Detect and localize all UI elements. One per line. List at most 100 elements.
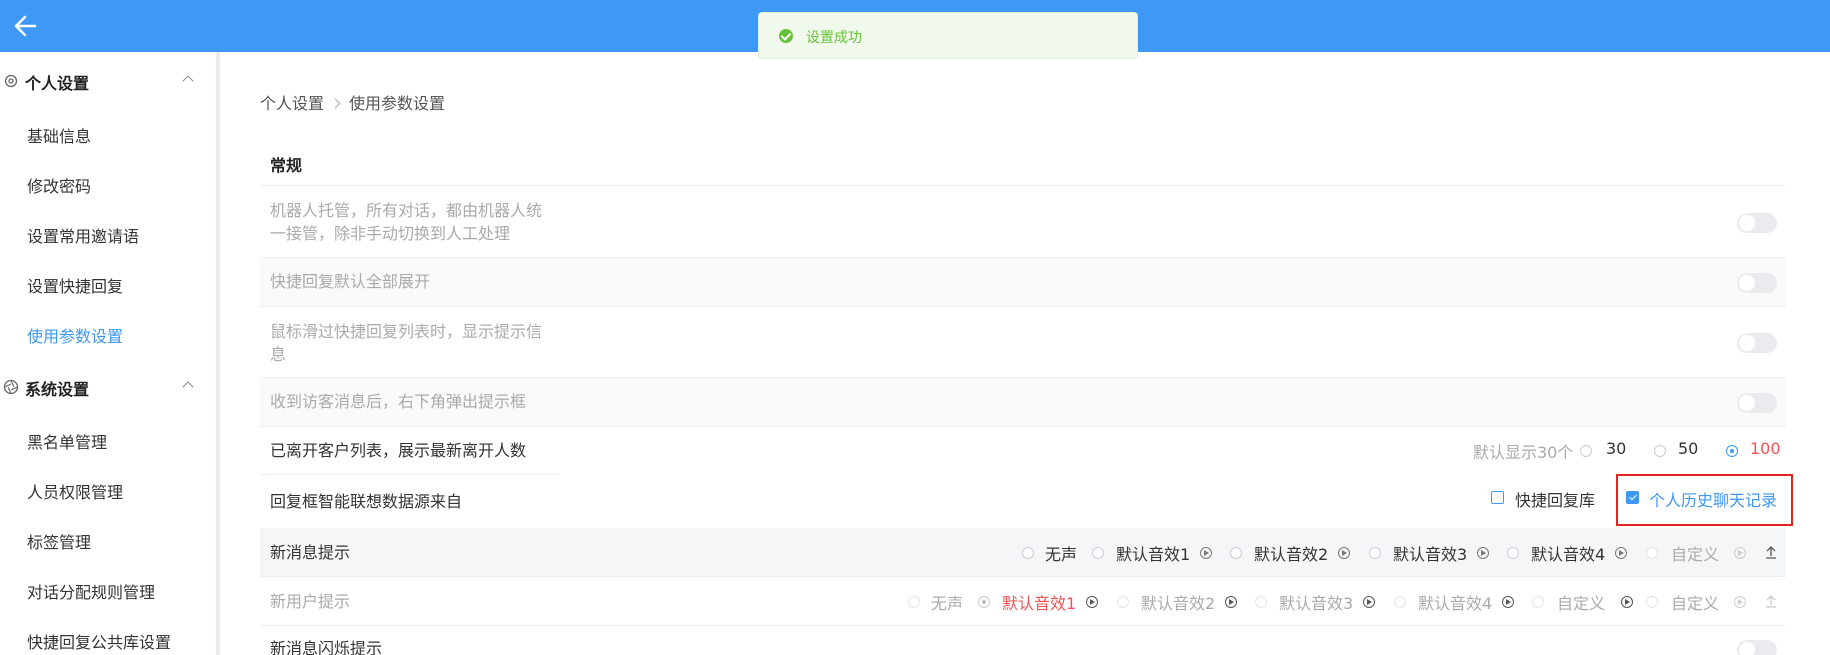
setting-label: 新消息提示 xyxy=(270,543,351,562)
play-icon[interactable] xyxy=(1086,596,1098,608)
setting-row-suggest-source: 回复框智能联想数据源来自 快捷回复库 个人历史聊天记录 xyxy=(260,475,1786,528)
left-customers-hint: 默认显示30个 xyxy=(1473,443,1574,462)
radio-custom[interactable] xyxy=(1646,547,1658,559)
radio-sound4[interactable] xyxy=(1507,547,1519,559)
setting-row-hover-tip: 鼠标滑过快捷回复列表时，显示提示信 息 xyxy=(260,307,1786,377)
success-toast: 设置成功 xyxy=(758,12,1138,59)
setting-label: 机器人托管，所有对话，都由机器人统 一接管，除非手动切换到人工处理 xyxy=(270,201,543,243)
chevron-up-icon[interactable] xyxy=(182,75,194,87)
play-icon[interactable] xyxy=(1734,596,1746,608)
radio-sound2[interactable] xyxy=(1117,596,1129,608)
radio-label: 默认音效3 xyxy=(1279,594,1354,613)
checkbox-quick-reply-lib[interactable] xyxy=(1491,491,1504,504)
setting-label: 收到访客消息后，右下角弹出提示框 xyxy=(270,392,527,411)
upload-icon[interactable] xyxy=(1765,545,1777,559)
radio-sound2[interactable] xyxy=(1230,547,1242,559)
play-icon[interactable] xyxy=(1502,596,1514,608)
play-icon[interactable] xyxy=(1225,596,1237,608)
radio-100[interactable] xyxy=(1726,445,1738,457)
sidebar-item-quick-reply[interactable]: 设置快捷回复 xyxy=(27,273,123,297)
play-icon[interactable] xyxy=(1734,547,1746,559)
chevron-up-icon[interactable] xyxy=(182,381,194,393)
highlight-box xyxy=(1616,474,1793,526)
radio-30[interactable] xyxy=(1580,445,1592,457)
radio-sound3[interactable] xyxy=(1369,547,1381,559)
success-check-icon xyxy=(779,29,793,43)
setting-label: 鼠标滑过快捷回复列表时，显示提示信 息 xyxy=(270,322,543,364)
sidebar-item-change-password[interactable]: 修改密码 xyxy=(27,173,91,197)
radio-label: 无声 xyxy=(931,594,964,613)
sidebar-item-usage-params[interactable]: 使用参数设置 xyxy=(27,323,123,347)
play-icon[interactable] xyxy=(1363,596,1375,608)
radio-label: 100 xyxy=(1750,439,1781,458)
setting-label: 快捷回复默认全部展开 xyxy=(270,272,431,291)
quick-expand-toggle[interactable] xyxy=(1737,273,1777,293)
breadcrumb-item[interactable]: 个人设置 xyxy=(260,94,324,113)
chevron-right-icon xyxy=(330,98,341,109)
setting-row-new-user: 新用户提示 无声 默认音效1 默认音效2 默认音效3 默认音效4 自定义 自定义 xyxy=(260,577,1786,625)
radio-label: 30 xyxy=(1606,439,1627,458)
radio-label: 无声 xyxy=(1045,545,1078,564)
radio-sound1[interactable] xyxy=(1092,547,1104,559)
sidebar-item-blacklist[interactable]: 黑名单管理 xyxy=(27,429,107,453)
checkbox-label: 快捷回复库 xyxy=(1515,491,1596,510)
upload-icon[interactable] xyxy=(1765,594,1777,608)
setting-row-popup: 收到访客消息后，右下角弹出提示框 xyxy=(260,378,1786,426)
radio-label: 自定义 xyxy=(1557,594,1606,613)
sidebar-group-label: 系统设置 xyxy=(25,380,90,399)
play-icon[interactable] xyxy=(1200,547,1212,559)
robot-toggle[interactable] xyxy=(1737,213,1777,233)
flash-toggle[interactable] xyxy=(1737,640,1777,655)
radio-label: 默认音效2 xyxy=(1141,594,1216,613)
radio-silent[interactable] xyxy=(1022,547,1034,559)
sidebar-item-invite-phrases[interactable]: 设置常用邀请语 xyxy=(27,223,139,247)
setting-label: 新消息闪烁提示 xyxy=(270,639,383,655)
radio-label: 默认音效3 xyxy=(1393,545,1468,564)
sidebar-item-assign-rules[interactable]: 对话分配规则管理 xyxy=(27,579,155,603)
radio-custom[interactable] xyxy=(1646,596,1658,608)
hover-tip-toggle[interactable] xyxy=(1737,333,1777,353)
radio-custom[interactable] xyxy=(1532,596,1544,608)
sidebar-item-permissions[interactable]: 人员权限管理 xyxy=(27,479,123,503)
radio-sound4[interactable] xyxy=(1394,596,1406,608)
radio-label: 默认音效4 xyxy=(1531,545,1606,564)
sidebar-item-basic-info[interactable]: 基础信息 xyxy=(27,123,91,147)
radio-label: 默认音效1 xyxy=(1002,594,1077,613)
radio-label: 默认音效1 xyxy=(1116,545,1191,564)
setting-label: 回复框智能联想数据源来自 xyxy=(270,492,463,511)
sidebar-group-personal[interactable]: 个人设置 xyxy=(0,61,205,101)
radio-50[interactable] xyxy=(1654,445,1666,457)
sidebar-item-tags[interactable]: 标签管理 xyxy=(27,529,91,553)
sidebar-divider xyxy=(216,52,220,655)
breadcrumb-item-current: 使用参数设置 xyxy=(349,94,446,113)
play-icon[interactable] xyxy=(1621,596,1633,608)
setting-row-new-message: 新消息提示 无声 默认音效1 默认音效2 默认音效3 默认音效4 自定义 xyxy=(260,528,1786,576)
radio-silent[interactable] xyxy=(908,596,920,608)
play-icon[interactable] xyxy=(1477,547,1489,559)
setting-row-robot: 机器人托管，所有对话，都由机器人统 一接管，除非手动切换到人工处理 xyxy=(260,186,1786,257)
radio-sound1[interactable] xyxy=(978,596,990,608)
radio-sound3[interactable] xyxy=(1255,596,1267,608)
setting-label: 新用户提示 xyxy=(270,592,351,611)
sidebar-group-system[interactable]: 系统设置 xyxy=(0,367,205,407)
setting-row-quick-expand: 快捷回复默认全部展开 xyxy=(260,258,1786,306)
play-icon[interactable] xyxy=(1615,547,1627,559)
toast-message: 设置成功 xyxy=(806,30,862,46)
setting-label: 已离开客户列表，展示最新离开人数 xyxy=(270,441,527,460)
radio-label: 自定义 xyxy=(1671,545,1720,564)
sidebar-group-label: 个人设置 xyxy=(25,74,90,93)
radio-label: 默认音效4 xyxy=(1418,594,1493,613)
sidebar: 个人设置 基础信息 修改密码 设置常用邀请语 设置快捷回复 使用参数设置 系统设… xyxy=(0,52,216,655)
gear-icon xyxy=(4,74,18,88)
sidebar-item-public-quick-reply[interactable]: 快捷回复公共库设置 xyxy=(27,629,171,653)
aperture-icon xyxy=(3,379,19,395)
popup-toggle[interactable] xyxy=(1737,393,1777,413)
section-title: 常规 xyxy=(270,156,303,175)
radio-label: 默认音效2 xyxy=(1254,545,1329,564)
play-icon[interactable] xyxy=(1338,547,1350,559)
setting-row-left-customers: 已离开客户列表，展示最新离开人数 默认显示30个 30 50 100 xyxy=(260,427,1786,474)
setting-row-flash: 新消息闪烁提示 xyxy=(260,626,1786,655)
radio-label: 50 xyxy=(1678,439,1699,458)
radio-label: 自定义 xyxy=(1671,594,1720,613)
breadcrumb: 个人设置 使用参数设置 xyxy=(260,90,445,114)
